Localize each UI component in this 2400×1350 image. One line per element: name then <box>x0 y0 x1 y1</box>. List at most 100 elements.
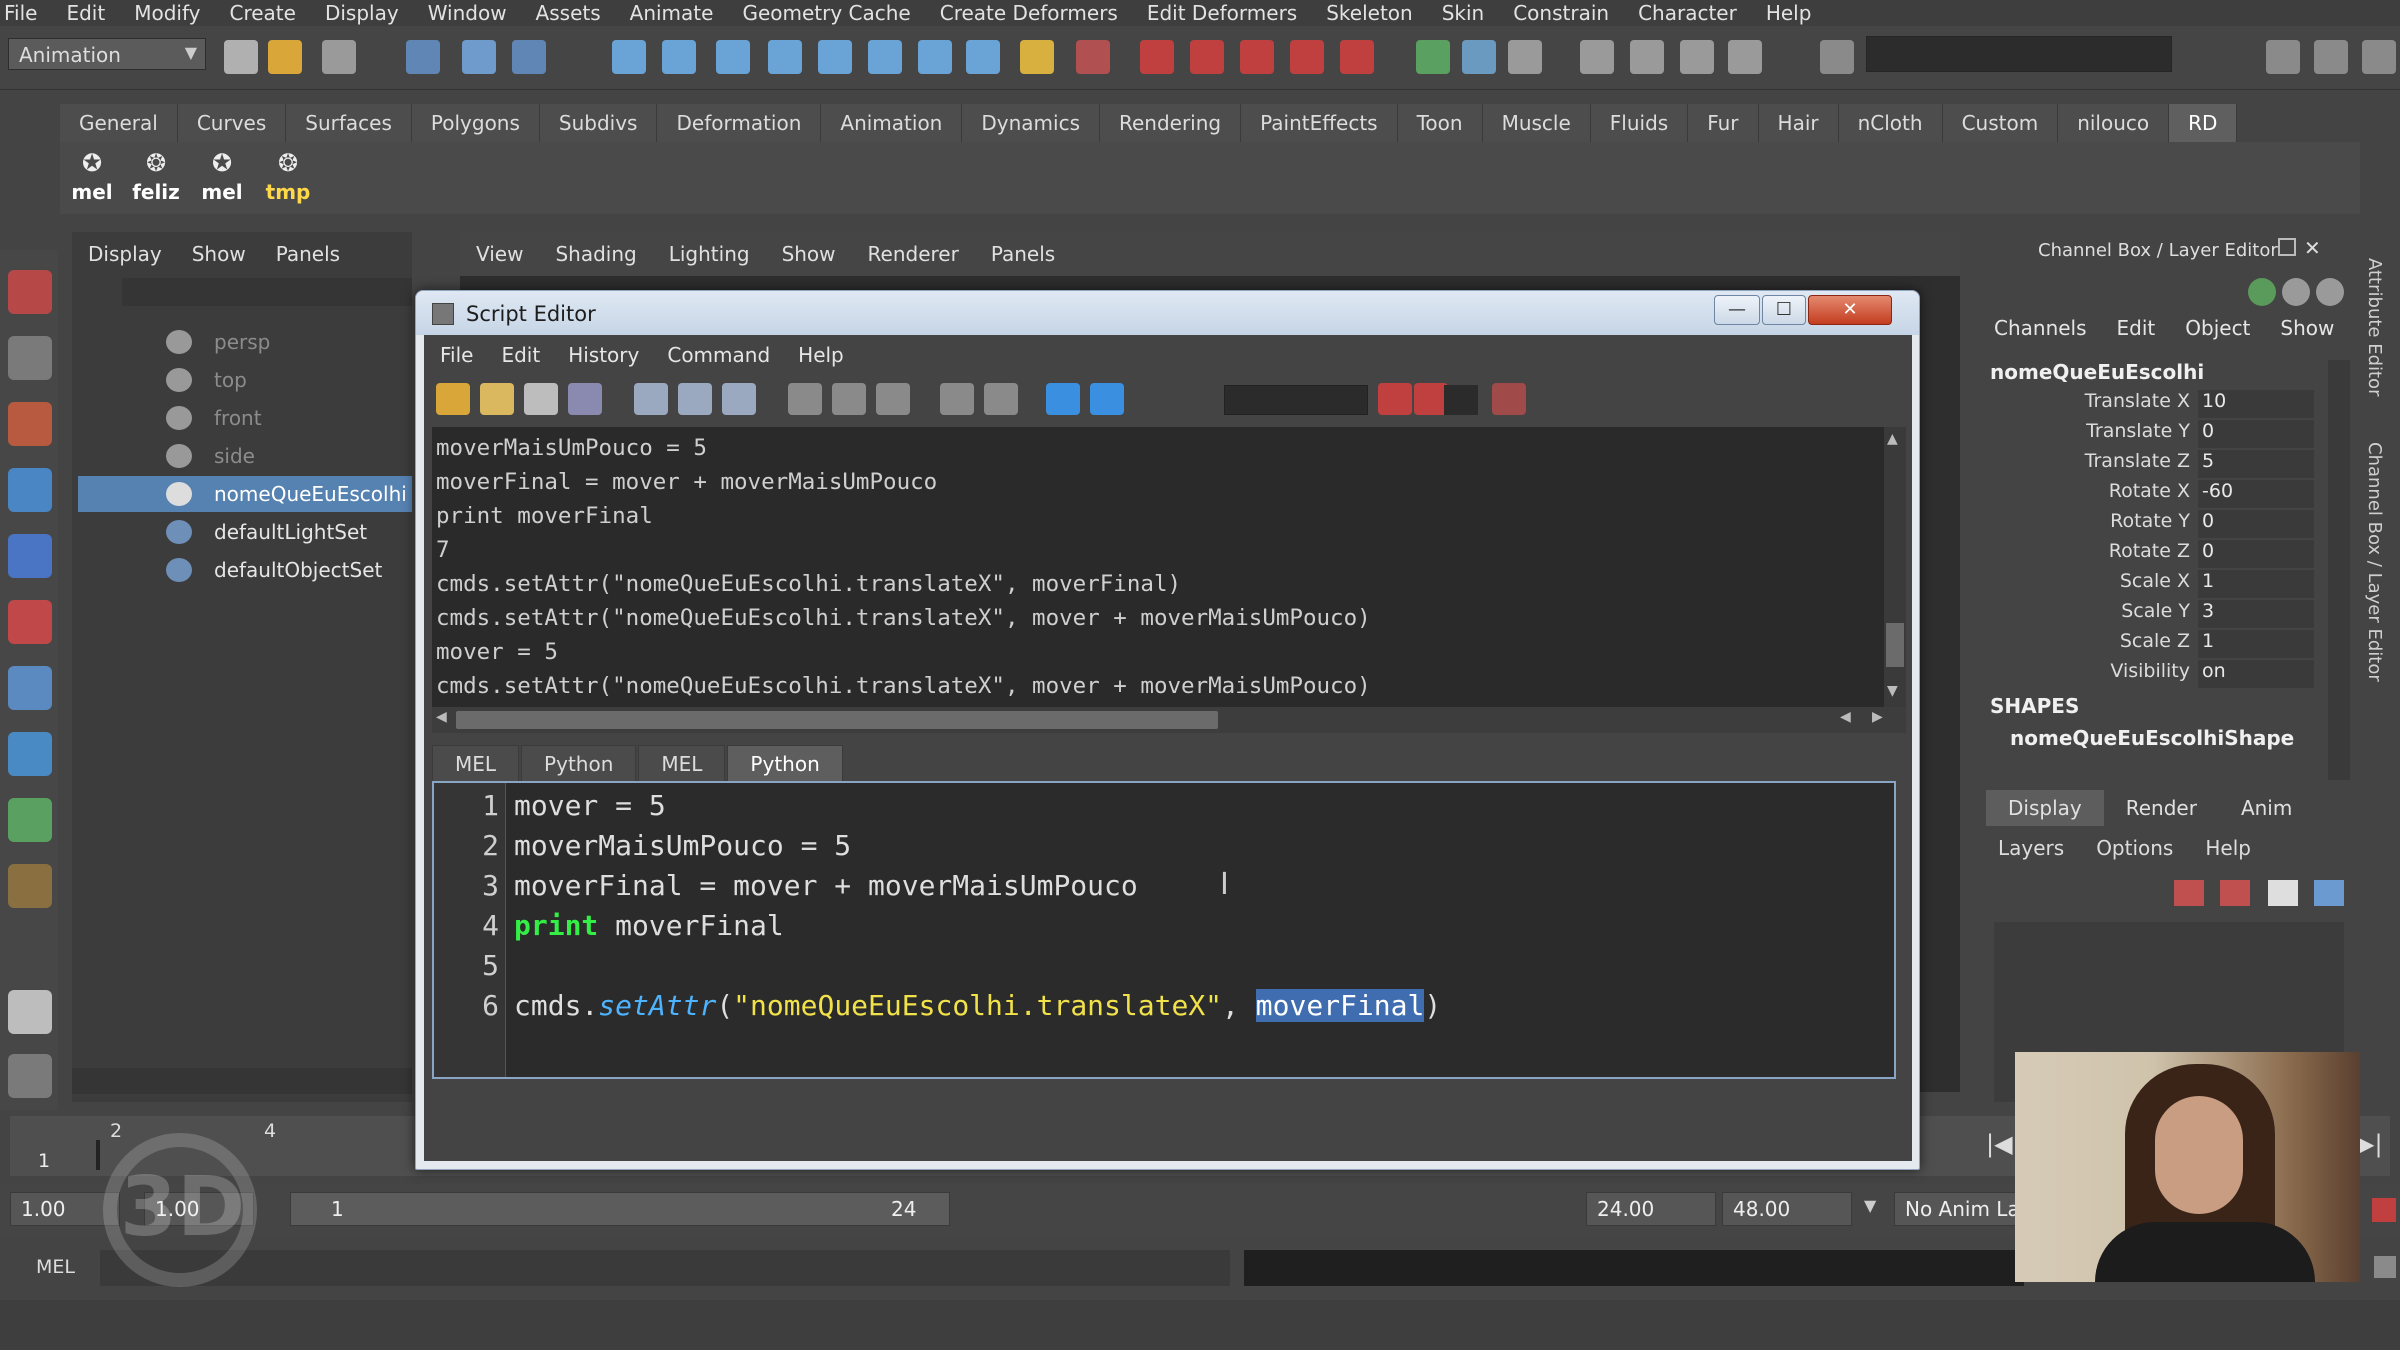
layer-menu-layers[interactable]: Layers <box>1998 836 2064 860</box>
shelf-tab-deformation[interactable]: Deformation <box>657 104 822 142</box>
scroll-up-icon[interactable]: ▲ <box>1887 431 1898 447</box>
channel-value[interactable]: 5 <box>2198 450 2314 478</box>
manipulator-icon[interactable] <box>8 666 52 710</box>
layer-tab-display[interactable]: Display <box>1986 790 2104 826</box>
last-tool-icon[interactable] <box>8 798 52 842</box>
script-search-field[interactable] <box>1224 385 1368 415</box>
shelf-tab-toon[interactable]: Toon <box>1397 104 1483 142</box>
outliner-menu-panels[interactable]: Panels <box>276 242 340 266</box>
quick-search-field[interactable] <box>1866 36 2172 72</box>
viewport-menu-lighting[interactable]: Lighting <box>669 242 750 266</box>
minimize-button[interactable]: — <box>1714 295 1760 325</box>
show-line-numbers-icon[interactable] <box>678 383 712 415</box>
shape-name[interactable]: nomeQueEuEscolhiShape <box>2010 726 2294 750</box>
shelf-button-mel[interactable]: ✪ mel <box>62 146 122 210</box>
channel-value[interactable]: 1 <box>2198 630 2314 658</box>
attribute-editor-icon[interactable] <box>2266 40 2300 74</box>
shelf-tab-custom[interactable]: Custom <box>1942 104 2059 142</box>
shelf-tab-fur[interactable]: Fur <box>1688 104 1759 142</box>
channel-value[interactable]: 3 <box>2198 600 2314 628</box>
layer-tab-anim[interactable]: Anim <box>2219 790 2314 826</box>
history-scroll-thumb[interactable] <box>1886 623 1904 667</box>
camera-icon[interactable] <box>1416 40 1450 74</box>
auto-key-icon[interactable] <box>2372 1198 2396 1222</box>
outliner-menu-display[interactable]: Display <box>88 242 162 266</box>
outliner-scrollbar[interactable] <box>72 1068 412 1094</box>
script-editor-icon[interactable] <box>2374 1256 2396 1278</box>
tab-mel[interactable]: MEL <box>432 745 520 781</box>
viewport-menu-renderer[interactable]: Renderer <box>868 242 959 266</box>
pin-icon[interactable] <box>2316 278 2344 306</box>
construction-icon[interactable] <box>918 40 952 74</box>
outliner-item-defaultlightset[interactable]: defaultLightSet <box>78 514 412 550</box>
shelf-tab-hair[interactable]: Hair <box>1758 104 1839 142</box>
shelf-tab-subdivs[interactable]: Subdivs <box>539 104 658 142</box>
scroll-left-icon[interactable]: ◀ <box>436 709 447 725</box>
script-history-pane[interactable]: moverMaisUmPouco = 5 moverFinal = mover … <box>432 427 1884 707</box>
se-menu-command[interactable]: Command <box>667 343 770 367</box>
channel-translate-x[interactable]: Translate X 10 <box>1990 390 2314 420</box>
render-settings-icon[interactable] <box>1240 40 1274 74</box>
layer-move-down-icon[interactable] <box>2314 880 2344 906</box>
shelf-tab-ncloth[interactable]: nCloth <box>1838 104 1943 142</box>
layer-menu-help[interactable]: Help <box>2205 836 2251 860</box>
se-menu-edit[interactable]: Edit <box>501 343 540 367</box>
shelf-tab-animation[interactable]: Animation <box>821 104 963 142</box>
hypershade-icon[interactable] <box>1290 40 1324 74</box>
scale-tool-icon[interactable] <box>8 600 52 644</box>
channel-box-menu-channels[interactable]: Channels <box>1994 316 2087 340</box>
quick-help-icon[interactable] <box>1492 383 1526 415</box>
open-script-icon[interactable] <box>436 383 470 415</box>
tool-settings-icon[interactable] <box>2314 40 2348 74</box>
outliner-filter-field[interactable] <box>122 278 412 306</box>
outliner-item-side[interactable]: side <box>78 438 412 474</box>
save-to-shelf-icon[interactable] <box>568 383 602 415</box>
menu-modify[interactable]: Modify <box>134 1 200 25</box>
float-icon[interactable] <box>2278 238 2296 256</box>
menu-create-deformers[interactable]: Create Deformers <box>940 1 1118 25</box>
maximize-button[interactable]: ☐ <box>1762 295 1806 325</box>
channel-rotate-y[interactable]: Rotate Y 0 <box>1990 510 2314 540</box>
shelf-tab-painteffects[interactable]: PaintEffects <box>1241 104 1398 142</box>
panel-icon[interactable] <box>1462 40 1496 74</box>
menu-assets[interactable]: Assets <box>536 1 601 25</box>
shelf-tab-curves[interactable]: Curves <box>177 104 287 142</box>
side-tab-channel-box[interactable]: Channel Box / Layer Editor <box>2364 442 2385 682</box>
script-input-pane[interactable]: 1 2 3 4 5 6 mover = 5 moverMaisUmPouco =… <box>432 781 1896 1079</box>
menu-create[interactable]: Create <box>229 1 295 25</box>
step-back-icon[interactable]: |◀ <box>1986 1130 2013 1158</box>
se-menu-history[interactable]: History <box>568 343 639 367</box>
render-frame-icon[interactable] <box>1140 40 1174 74</box>
channel-box-icon[interactable] <box>2362 40 2396 74</box>
snap-point-icon[interactable] <box>716 40 750 74</box>
select-hierarchy-icon[interactable] <box>406 40 440 74</box>
anim-layer-field[interactable]: No Anim Lay <box>1894 1192 2034 1226</box>
soft-mod-icon[interactable] <box>8 732 52 776</box>
clear-history-icon[interactable] <box>788 383 822 415</box>
lasso-tool-icon[interactable] <box>8 336 52 380</box>
new-layer-icon[interactable] <box>2174 880 2204 906</box>
select-component-icon[interactable] <box>512 40 546 74</box>
save-scene-icon[interactable] <box>322 40 356 74</box>
channel-box-scrollbar[interactable] <box>2328 360 2350 780</box>
outliner-item-top[interactable]: top <box>78 362 412 398</box>
channel-value[interactable]: 0 <box>2198 420 2314 448</box>
find-next-icon[interactable] <box>1414 383 1448 415</box>
outliner-item-front[interactable]: front <box>78 400 412 436</box>
graph-editor-icon[interactable] <box>1630 40 1664 74</box>
layout-single-icon[interactable] <box>8 990 52 1034</box>
dope-sheet-icon[interactable] <box>1728 40 1762 74</box>
chevron-down-icon[interactable]: ▼ <box>1864 1196 1876 1215</box>
menu-skeleton[interactable]: Skeleton <box>1326 1 1412 25</box>
outliner-item-persp[interactable]: persp <box>78 324 412 360</box>
shelf-tab-polygons[interactable]: Polygons <box>411 104 540 142</box>
shelf-tab-muscle[interactable]: Muscle <box>1482 104 1591 142</box>
menu-skin[interactable]: Skin <box>1442 1 1485 25</box>
layer-menu-options[interactable]: Options <box>2096 836 2173 860</box>
snap-surface-icon[interactable] <box>818 40 852 74</box>
channel-box-menu-show[interactable]: Show <box>2280 316 2334 340</box>
close-button[interactable]: ✕ <box>1808 295 1892 325</box>
input-output-icon[interactable] <box>1076 40 1110 74</box>
shelf-tab-fluids[interactable]: Fluids <box>1590 104 1689 142</box>
menu-constrain[interactable]: Constrain <box>1513 1 1609 25</box>
